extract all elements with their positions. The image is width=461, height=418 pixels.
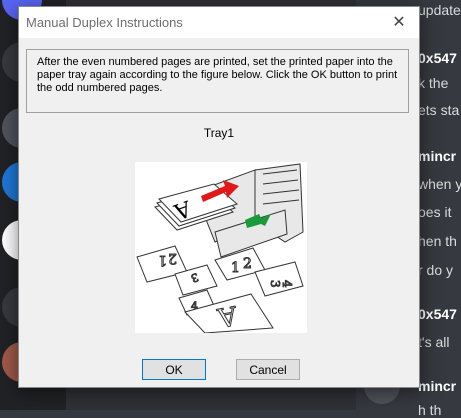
svg-text:2: 2	[168, 250, 177, 266]
chat-text: hen th	[418, 233, 457, 249]
chat-text: mincr	[418, 148, 457, 164]
chat-text: r do y	[418, 262, 454, 278]
svg-text:3: 3	[268, 280, 282, 288]
printer-tray-illustration: A 1 2 3 1 2 4 3 4 A	[136, 163, 304, 334]
svg-text:1: 1	[231, 260, 240, 276]
svg-text:4: 4	[280, 280, 294, 288]
svg-text:2: 2	[243, 256, 252, 272]
tray-figure: A 1 2 3 1 2 4 3 4 A	[135, 162, 307, 334]
chat-text: t's all	[418, 334, 450, 350]
tray-label: Tray1	[203, 126, 235, 140]
chat-text: h th	[418, 402, 442, 418]
chat-text: oes it	[418, 204, 452, 220]
ok-button[interactable]: OK	[142, 359, 206, 380]
instructions-box: After the even numbered pages are printe…	[26, 49, 409, 113]
chat-text: update	[418, 2, 461, 18]
page-order-diagram: 1 2 3 1 2 4 3 4 A	[136, 245, 304, 334]
chat-text: 0x547	[418, 50, 457, 66]
svg-text:1: 1	[158, 252, 167, 268]
cancel-button[interactable]: Cancel	[236, 359, 300, 380]
chat-text: when y	[418, 176, 461, 192]
title-bar[interactable]: Manual Duplex Instructions ✕	[19, 7, 419, 38]
close-button[interactable]: ✕	[379, 7, 419, 38]
chat-text: k the	[418, 75, 449, 91]
manual-duplex-dialog: Manual Duplex Instructions ✕ After the e…	[18, 6, 420, 388]
chat-text: mincr	[418, 378, 457, 394]
chat-text: ets sta	[418, 102, 460, 118]
chat-text: 0x547	[418, 306, 457, 322]
dialog-title: Manual Duplex Instructions	[26, 15, 183, 30]
